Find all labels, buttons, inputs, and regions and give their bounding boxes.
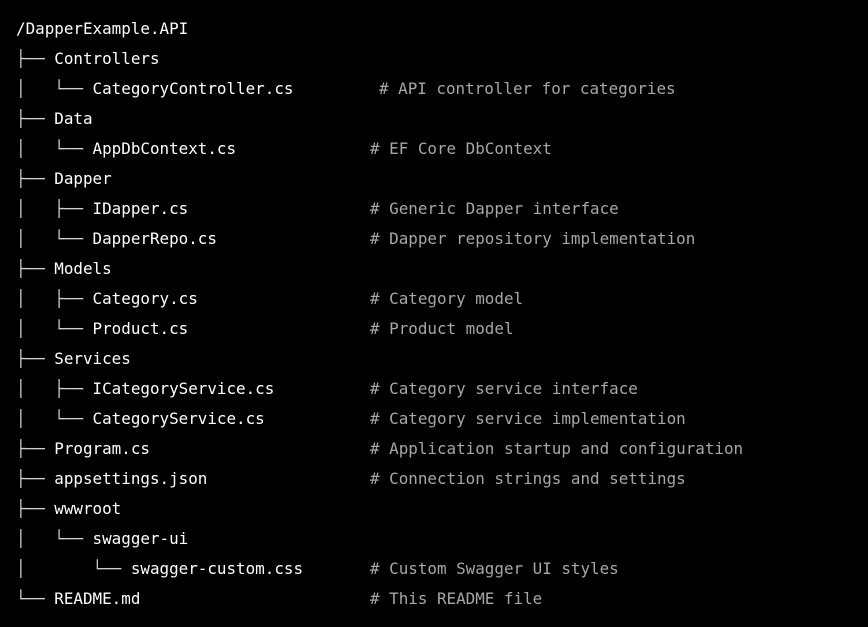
tree-entry-name: Product.cs	[92, 319, 189, 338]
tree-entry-name: swagger-custom.css	[130, 559, 304, 578]
tree-comment: # Category model	[370, 289, 524, 308]
tree-branch: │ └──	[16, 229, 93, 248]
code-block: /DapperExample.API ├── Controllers │ └── …	[0, 0, 868, 627]
tree-line: │ └── DapperRepo.cs # Dapper repository i…	[16, 224, 868, 254]
tree-comment: # Application startup and configuration	[370, 439, 744, 458]
tree-branch: │ └──	[16, 139, 93, 158]
tree-line: ├── Data	[16, 104, 868, 134]
tree-branch: │ ├──	[16, 379, 93, 398]
tree-entry-name: Program.cs	[54, 439, 150, 458]
tree-line: │ └── CategoryController.cs # API control…	[16, 74, 868, 104]
tree-comment: # Dapper repository implementation	[370, 229, 696, 248]
tree-line: │ └── CategoryService.cs # Category servi…	[16, 404, 868, 434]
tree-line: ├── Controllers	[16, 44, 868, 74]
tree-branch: ├──	[16, 49, 55, 68]
tree-branch: │ ├──	[16, 289, 93, 308]
tree-branch: │ └──	[16, 529, 93, 548]
tree-entry-name: Services	[54, 349, 131, 368]
tree-comment: # API controller for categories	[379, 79, 676, 98]
tree-branch: │ └──	[16, 79, 93, 98]
tree-line: │ └── swagger-custom.css # Custom Swagger…	[16, 554, 868, 584]
tree-entry-name: README.md	[54, 589, 141, 608]
tree-root: /DapperExample.API	[16, 19, 189, 38]
tree-entry-name: Data	[54, 109, 93, 128]
tree-branch: └──	[16, 589, 55, 608]
tree-comment: # Connection strings and settings	[370, 469, 686, 488]
tree-entry-name: Models	[54, 259, 112, 278]
tree-root-line: /DapperExample.API	[16, 14, 868, 44]
tree-entry-name: IDapper.cs	[92, 199, 189, 218]
tree-entry-name: Controllers	[54, 49, 160, 68]
tree-line: │ ├── IDapper.cs # Generic Dapper interfa…	[16, 194, 868, 224]
tree-branch: │ ├──	[16, 199, 93, 218]
tree-branch: ├──	[16, 349, 55, 368]
tree-branch: │ └──	[16, 559, 131, 578]
tree-entry-name: CategoryService.cs	[92, 409, 265, 428]
tree-line: │ └── Product.cs # Product model	[16, 314, 868, 344]
tree-line: ├── wwwroot	[16, 494, 868, 524]
tree-line: ├── Models	[16, 254, 868, 284]
tree-entry-name: appsettings.json	[54, 469, 208, 488]
tree-entry-name: AppDbContext.cs	[92, 139, 237, 158]
tree-entry-name: CategoryController.cs	[92, 79, 294, 98]
tree-branch: ├──	[16, 169, 55, 188]
tree-branch: ├──	[16, 259, 55, 278]
tree-comment: # Category service implementation	[370, 409, 686, 428]
tree-line: ├── appsettings.json # Connection strings…	[16, 464, 868, 494]
tree-branch: ├──	[16, 499, 55, 518]
tree-branch: │ └──	[16, 319, 93, 338]
tree-entry-name: DapperRepo.cs	[92, 229, 217, 248]
tree-branch: │ └──	[16, 409, 93, 428]
tree-comment: # Category service interface	[370, 379, 638, 398]
tree-line: │ └── swagger-ui	[16, 524, 868, 554]
tree-line: │ └── AppDbContext.cs # EF Core DbContext	[16, 134, 868, 164]
tree-line: └── README.md # This README file	[16, 584, 868, 614]
tree-entry-name: swagger-ui	[92, 529, 189, 548]
tree-comment: # EF Core DbContext	[370, 139, 552, 158]
tree-line: │ ├── ICategoryService.cs # Category serv…	[16, 374, 868, 404]
tree-line: ├── Dapper	[16, 164, 868, 194]
tree-comment: # Custom Swagger UI styles	[370, 559, 619, 578]
tree-comment: # Product model	[370, 319, 514, 338]
tree-entry-name: Dapper	[54, 169, 112, 188]
tree-line: ├── Services	[16, 344, 868, 374]
tree-line: ├── Program.cs # Application startup and …	[16, 434, 868, 464]
tree-entry-name: wwwroot	[54, 499, 122, 518]
tree-branch: ├──	[16, 469, 55, 488]
tree-entry-name: ICategoryService.cs	[92, 379, 275, 398]
tree-comment: # Generic Dapper interface	[370, 199, 619, 218]
tree-branch: ├──	[16, 109, 55, 128]
tree-comment: # This README file	[370, 589, 543, 608]
tree-branch: ├──	[16, 439, 55, 458]
tree-entry-name: Category.cs	[92, 289, 198, 308]
tree-line: │ ├── Category.cs # Category model	[16, 284, 868, 314]
tree-lines: ├── Controllers │ └── CategoryController.…	[16, 44, 868, 614]
